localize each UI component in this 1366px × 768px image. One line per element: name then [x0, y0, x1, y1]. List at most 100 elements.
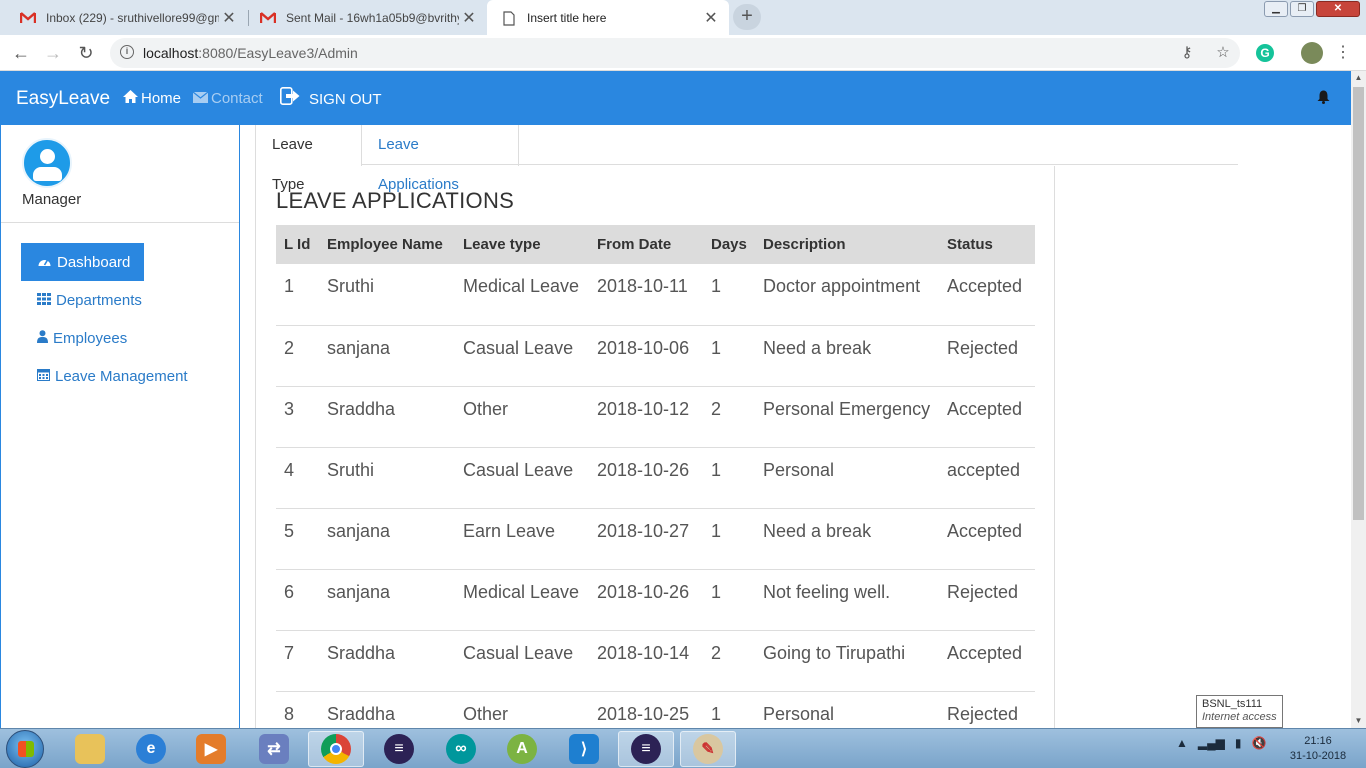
internet-explorer-icon: e	[136, 734, 166, 764]
battery-icon[interactable]: ▮	[1235, 736, 1242, 750]
clock-time: 21:16	[1304, 735, 1332, 747]
leave-applications-table: L Id Employee Name Leave type From Date …	[276, 225, 1035, 753]
taskbar-android-studio[interactable]: A	[494, 731, 550, 767]
taskbar-media-player[interactable]: ▶	[183, 731, 239, 767]
sidebar-item-label: Dashboard	[57, 253, 131, 271]
profile-box: Manager	[1, 125, 239, 223]
content-tabs: Leave Type Leave Applications	[255, 125, 1238, 193]
scroll-down-arrow-icon[interactable]: ▼	[1351, 714, 1366, 728]
cell-employee-name: sanjana	[319, 508, 455, 570]
close-window-button[interactable]: ✕	[1316, 1, 1360, 17]
table-row: 2 sanjana Casual Leave 2018-10-06 1 Need…	[276, 325, 1035, 387]
table-header-row: L Id Employee Name Leave type From Date …	[276, 225, 1035, 264]
reload-icon[interactable]: ↻	[75, 42, 97, 64]
leave-applications-panel: LEAVE APPLICATIONS L Id Employee Name Le…	[255, 166, 1055, 766]
close-tab-icon[interactable]: ✕	[219, 8, 239, 28]
scrollbar-thumb[interactable]	[1353, 87, 1364, 520]
sidebar-item-employees[interactable]: Employees	[21, 319, 143, 357]
menu-kebab-icon[interactable]: ⋮	[1334, 44, 1352, 62]
tab-leave-applications[interactable]: Leave Applications	[362, 125, 519, 193]
restore-button[interactable]: ❐	[1290, 1, 1314, 17]
system-clock[interactable]: 21:16 31-10-2018	[1283, 734, 1353, 764]
sign-out-link[interactable]: SIGN OUT	[280, 87, 382, 111]
sidebar-menu: Dashboard Departments Employees Leave Ma…	[1, 223, 239, 395]
volume-muted-icon[interactable]: 🔇	[1251, 736, 1266, 750]
table-row: 6 sanjana Medical Leave 2018-10-26 1 Not…	[276, 569, 1035, 631]
cell-from-date: 2018-10-27	[589, 508, 703, 570]
tray-expand-icon[interactable]: ▲	[1176, 736, 1188, 750]
nav-home-link[interactable]: Home	[123, 90, 181, 107]
cell-description: Need a break	[755, 325, 939, 387]
cell-employee-name: Sruthi	[319, 264, 455, 326]
sidebar-item-label: Departments	[56, 291, 142, 309]
taskbar-internet-explorer[interactable]: e	[123, 731, 179, 767]
bookmark-star-icon[interactable]: ☆	[1214, 44, 1232, 62]
taskbar-chrome[interactable]	[308, 731, 364, 767]
windows-taskbar: e ▶ ⇄ ≡ ∞ A ⟩ ≡ ✎ ▲ ▂▄▆ ▮ 🔇 21:16 31-10-…	[0, 728, 1366, 768]
taskbar-network-app[interactable]: ⇄	[246, 731, 302, 767]
url-text[interactable]: localhost:8080/EasyLeave3/Admin	[143, 45, 358, 61]
key-icon[interactable]: ⚷	[1178, 44, 1196, 62]
forward-icon[interactable]: →	[42, 42, 64, 64]
nav-contact-link[interactable]: Contact	[192, 90, 263, 107]
app-navbar: EasyLeave Home Contact SIGN OUT	[0, 71, 1351, 125]
site-info-icon[interactable]: i	[120, 45, 134, 59]
sidebar-item-departments[interactable]: Departments	[21, 281, 158, 319]
minimize-button[interactable]: ▁	[1264, 1, 1288, 17]
close-tab-icon[interactable]: ✕	[701, 8, 721, 28]
tooltip-network-name: BSNL_ts111	[1202, 698, 1263, 710]
close-tab-icon[interactable]: ✕	[459, 8, 479, 28]
back-icon[interactable]: ←	[10, 42, 32, 64]
tab-title: Insert title here	[527, 11, 607, 25]
grammarly-extension-icon[interactable]: G	[1256, 44, 1274, 62]
column-header: Employee Name	[327, 236, 443, 253]
cell-lid: 1	[276, 264, 319, 326]
signal-icon[interactable]: ▂▄▆	[1198, 736, 1225, 750]
page-scrollbar[interactable]: ▲ ▼	[1351, 71, 1366, 728]
taskbar-vscode[interactable]: ⟩	[556, 731, 612, 767]
start-button[interactable]	[6, 730, 44, 768]
address-bar[interactable]: i localhost:8080/EasyLeave3/Admin	[110, 38, 1240, 68]
table-row: 5 sanjana Earn Leave 2018-10-27 1 Need a…	[276, 508, 1035, 570]
column-header: L Id	[284, 236, 311, 253]
browser-tab-inbox[interactable]: Inbox (229) - sruthivellore99@gmail.com …	[12, 0, 247, 35]
cell-lid: 3	[276, 386, 319, 448]
user-icon	[37, 330, 48, 346]
notification-bell-icon[interactable]	[1317, 90, 1330, 108]
cell-from-date: 2018-10-12	[589, 386, 703, 448]
sign-out-label: SIGN OUT	[309, 90, 382, 108]
grid-icon	[37, 292, 51, 308]
cell-lid: 4	[276, 447, 319, 509]
taskbar-paint[interactable]: ✎	[680, 731, 736, 767]
cell-lid: 6	[276, 569, 319, 631]
sidebar-item-dashboard[interactable]: Dashboard	[21, 243, 144, 281]
media-player-icon: ▶	[196, 734, 226, 764]
cell-employee-name: sanjana	[319, 325, 455, 387]
cell-days: 1	[703, 264, 755, 326]
cell-from-date: 2018-10-11	[589, 264, 703, 326]
browser-tab-sent-mail[interactable]: Sent Mail - 16wh1a05b9@bvrithyderabad.ed…	[252, 0, 487, 35]
sidebar: Manager Dashboard Departments Employees …	[0, 125, 240, 728]
brand-logo[interactable]: EasyLeave	[16, 88, 110, 110]
arduino-icon: ∞	[446, 734, 476, 764]
new-tab-button[interactable]: +	[733, 4, 761, 30]
taskbar-eclipse-active[interactable]: ≡	[618, 731, 674, 767]
profile-avatar[interactable]	[1301, 42, 1323, 64]
scroll-up-arrow-icon[interactable]: ▲	[1351, 71, 1366, 85]
url-path: :8080/EasyLeave3/Admin	[198, 45, 358, 61]
cell-leave-type: Casual Leave	[455, 630, 589, 692]
browser-toolbar: ← → ↻ i localhost:8080/EasyLeave3/Admin …	[0, 35, 1366, 71]
taskbar-arduino[interactable]: ∞	[433, 731, 489, 767]
cell-days: 2	[703, 630, 755, 692]
tab-leave-type[interactable]: Leave Type	[255, 125, 362, 193]
cell-description: Going to Tirupathi	[755, 630, 939, 692]
sidebar-item-leave-management[interactable]: Leave Management	[21, 357, 204, 395]
table-row: 3 Sraddha Other 2018-10-12 2 Personal Em…	[276, 386, 1035, 448]
android-studio-icon: A	[507, 734, 537, 764]
tab-title: Inbox (229) - sruthivellore99@gmail.com	[46, 10, 219, 25]
taskbar-eclipse[interactable]: ≡	[371, 731, 427, 767]
browser-tab-active[interactable]: Insert title here ✕	[487, 0, 729, 36]
taskbar-file-explorer[interactable]	[62, 731, 118, 767]
calendar-icon	[37, 368, 50, 384]
column-header: Leave type	[463, 236, 541, 253]
